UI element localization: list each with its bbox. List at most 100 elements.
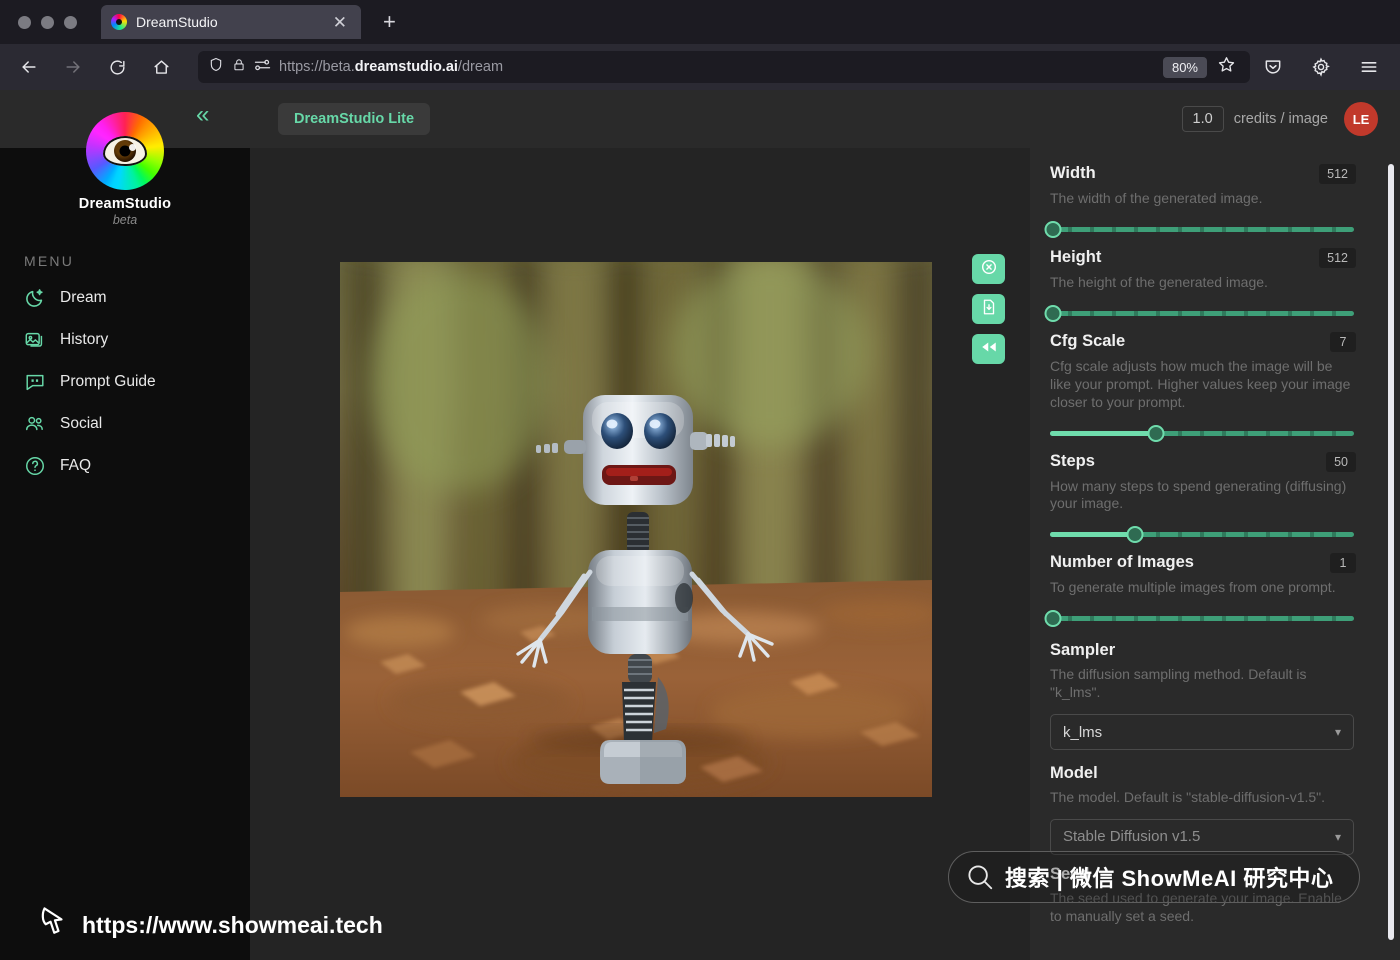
setting-title: Sampler [1050, 641, 1116, 660]
window-maximize-button[interactable] [64, 15, 77, 29]
images-stack-icon [24, 329, 46, 351]
image-action-buttons [972, 254, 1005, 364]
sidebar-item-prompt-guide[interactable]: Prompt Guide [0, 361, 250, 403]
setting-description: To generate multiple images from one pro… [1050, 579, 1336, 596]
setting-description: The width of the generated image. [1050, 190, 1263, 206]
setting-width: Width 512 The width of the generated ima… [1044, 164, 1356, 238]
setting-title: Model [1050, 764, 1098, 783]
credits-label: credits / image [1233, 111, 1328, 127]
shield-icon[interactable] [208, 56, 224, 78]
settings-panel: Width 512 The width of the generated ima… [1030, 148, 1400, 960]
slider-fill [1050, 430, 1157, 436]
dreamstudio-app: « DreamStudio beta MENU Dream History Pr… [0, 90, 1400, 960]
question-circle-icon [24, 455, 46, 477]
topbar-right: 1.0 credits / image LE [1181, 102, 1378, 136]
setting-model: Model The model. Default is "stable-diff… [1050, 764, 1356, 855]
browser-tab[interactable]: DreamStudio ✕ [101, 5, 361, 39]
setting-description: Cfg scale adjusts how much the image wil… [1050, 357, 1351, 410]
pocket-icon[interactable] [1258, 52, 1288, 82]
sidebar-item-history[interactable]: History [0, 319, 250, 361]
url-path: /dream [457, 59, 504, 75]
rewind-icon [980, 340, 998, 359]
url-bar[interactable]: https://beta.dreamstudio.ai/dream 80% [198, 51, 1250, 83]
chevron-down-icon: ▾ [1334, 725, 1341, 740]
setting-value: 7 [1330, 331, 1356, 352]
setting-title: Width [1050, 164, 1096, 182]
reload-icon[interactable] [102, 52, 132, 82]
slider-thumb[interactable] [1147, 424, 1165, 442]
sliders-icon[interactable] [254, 58, 271, 77]
setting-description: The diffusion sampling method. Default i… [1050, 666, 1307, 701]
number-of-images-slider[interactable] [1044, 609, 1354, 628]
hamburger-menu-icon[interactable] [1354, 52, 1384, 82]
arrow-left-icon[interactable] [14, 52, 44, 82]
dreamstudio-rainbow-eye-icon [86, 112, 164, 190]
url-scheme: https://beta. [279, 59, 355, 75]
slider-track [1050, 616, 1354, 622]
avatar[interactable]: LE [1344, 102, 1378, 136]
close-icon[interactable]: ✕ [329, 12, 351, 33]
watermark-overlay: 搜索 | 微信 ShowMeAI 研究中心 [948, 851, 1360, 903]
credits-per-image-input[interactable]: 1.0 [1181, 106, 1224, 132]
menu-section-label: MENU [24, 253, 75, 269]
sidebar-item-label: Prompt Guide [60, 373, 156, 390]
window-minimize-button[interactable] [41, 15, 54, 29]
mouse-cursor-icon [38, 906, 68, 945]
zoom-level-badge[interactable]: 80% [1162, 56, 1207, 78]
window-close-button[interactable] [18, 15, 31, 29]
tab-title: DreamStudio [136, 14, 218, 30]
download-button[interactable] [972, 294, 1005, 324]
sidebar-item-dream[interactable]: Dream [0, 277, 250, 319]
moon-sparkle-icon [24, 287, 46, 309]
watermark-text: 搜索 | 微信 ShowMeAI 研究中心 [1005, 866, 1334, 891]
gear-icon[interactable] [1306, 52, 1336, 82]
dreamstudio-lite-button[interactable]: DreamStudio Lite [278, 103, 431, 135]
dreamstudio-rainbow-eye-icon [111, 14, 127, 30]
sidebar-item-label: History [60, 331, 109, 348]
navbar-right-actions [1258, 52, 1384, 82]
arrow-right-icon[interactable] [58, 52, 88, 82]
rewind-button[interactable] [972, 334, 1005, 364]
brand-subtitle: beta [112, 213, 138, 227]
setting-description: The height of the generated image. [1050, 273, 1268, 290]
slider-thumb[interactable] [1044, 610, 1062, 628]
sampler-select[interactable]: k_lms ▾ [1050, 714, 1354, 751]
window-controls[interactable] [18, 15, 77, 29]
generated-image[interactable] [340, 262, 932, 797]
slider-thumb[interactable] [1044, 304, 1062, 322]
setting-value: 512 [1319, 247, 1356, 268]
plus-icon[interactable]: + [377, 9, 402, 35]
setting-number-of-images: Number of Images 1 To generate multiple … [1044, 553, 1356, 628]
model-select[interactable]: Stable Diffusion v1.5 ▾ [1050, 818, 1354, 855]
setting-title: Cfg Scale [1050, 331, 1126, 350]
slider-thumb[interactable] [1126, 526, 1144, 544]
generated-image-render [340, 262, 932, 797]
cfg-scale-slider[interactable] [1050, 424, 1354, 442]
home-icon[interactable] [146, 52, 176, 82]
url-domain: dreamstudio.ai [354, 59, 458, 75]
sampler-selected-value: k_lms [1063, 723, 1103, 741]
slider-track [1050, 226, 1354, 232]
setting-height: Height 512 The height of the generated i… [1044, 247, 1356, 322]
sidebar-item-social[interactable]: Social [0, 403, 250, 445]
steps-slider[interactable] [1050, 525, 1354, 544]
cancel-button[interactable] [972, 254, 1005, 284]
brand-block: DreamStudio beta [0, 112, 250, 227]
lock-icon[interactable] [232, 56, 246, 78]
width-slider[interactable] [1044, 220, 1354, 238]
cancel-circle-icon [980, 258, 998, 281]
setting-value: 512 [1319, 164, 1356, 184]
sidebar: « DreamStudio beta MENU Dream History Pr… [0, 90, 250, 960]
browser-window: DreamStudio ✕ + https://beta.dreamstudio… [0, 0, 1400, 960]
height-slider[interactable] [1044, 304, 1354, 322]
slider-thumb[interactable] [1044, 220, 1062, 238]
settings-scrollbar[interactable] [1388, 164, 1394, 940]
sidebar-item-faq[interactable]: FAQ [0, 445, 250, 487]
slider-track [1050, 310, 1354, 316]
star-icon[interactable] [1213, 55, 1240, 79]
sidebar-item-label: Dream [60, 289, 107, 306]
app-topbar: DreamStudio Lite 1.0 credits / image LE [250, 90, 1400, 148]
setting-title: Number of Images [1050, 553, 1194, 572]
watermark-bottom: https://www.showmeai.tech [38, 906, 383, 945]
setting-description: The model. Default is "stable-diffusion-… [1050, 789, 1326, 806]
